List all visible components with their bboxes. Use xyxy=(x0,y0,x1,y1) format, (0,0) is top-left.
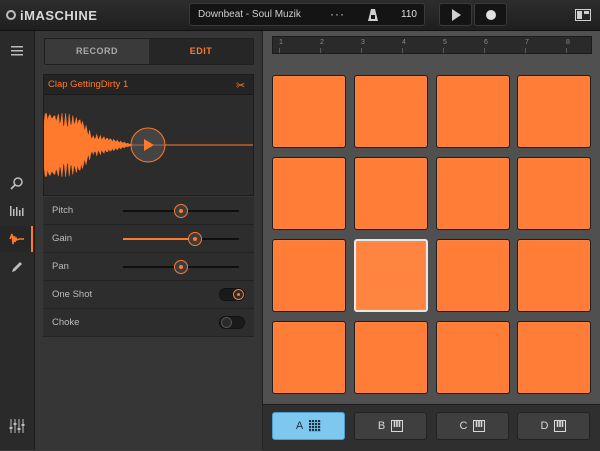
mode-tabs: RECORD EDIT xyxy=(44,38,254,65)
tempo-value[interactable]: 110 xyxy=(401,9,417,20)
drum-pad[interactable] xyxy=(354,75,428,148)
bar-tick xyxy=(279,48,280,53)
bar-tick xyxy=(443,48,444,53)
bar-number: 5 xyxy=(443,39,447,46)
tab-edit[interactable]: EDIT xyxy=(149,39,253,64)
param-label: Gain xyxy=(52,233,73,244)
slider-fill xyxy=(123,238,195,240)
param-row: Pan xyxy=(43,253,254,281)
more-button[interactable]: ··· xyxy=(330,7,345,21)
drum-pad[interactable] xyxy=(272,239,346,312)
active-indicator xyxy=(31,226,33,252)
bar-number: 7 xyxy=(525,39,529,46)
toggle-label: Choke xyxy=(52,317,80,328)
bar-number: 3 xyxy=(361,39,365,46)
pan-slider[interactable] xyxy=(123,260,239,274)
choke-toggle[interactable] xyxy=(219,316,245,329)
toggle-row: Choke xyxy=(43,309,254,337)
bar-number: 1 xyxy=(279,39,283,46)
bar-tick xyxy=(566,48,567,53)
metronome-icon[interactable] xyxy=(368,9,378,21)
slider-knob[interactable] xyxy=(174,204,188,218)
app-title: iMASCHINE xyxy=(20,7,98,23)
drum-pad[interactable] xyxy=(354,239,428,312)
drum-pad[interactable] xyxy=(354,321,428,394)
sequencer-icon[interactable] xyxy=(9,204,25,218)
slider-knob[interactable] xyxy=(174,260,188,274)
drum-pad[interactable] xyxy=(517,321,591,394)
record-icon xyxy=(486,10,496,20)
sample-title: Clap GettingDirty 1 xyxy=(48,79,129,90)
pencil-icon[interactable] xyxy=(9,259,25,275)
search-icon[interactable] xyxy=(9,176,25,192)
gain-slider[interactable] xyxy=(123,232,239,246)
play-button[interactable] xyxy=(439,3,472,26)
drum-pad[interactable] xyxy=(272,157,346,230)
keyboard-icon xyxy=(391,420,404,432)
drum-pad[interactable] xyxy=(436,75,510,148)
project-bar[interactable]: Downbeat - Soul Muzik ··· 110 xyxy=(189,3,425,26)
param-row: Pitch xyxy=(43,197,254,225)
toggle-knob xyxy=(233,289,244,300)
waveform-display[interactable] xyxy=(44,95,253,195)
tab-record[interactable]: RECORD xyxy=(45,39,149,64)
group-button-d[interactable]: D xyxy=(517,412,590,440)
group-button-b[interactable]: B xyxy=(354,412,427,440)
toggle-label: One Shot xyxy=(52,289,93,300)
group-label: B xyxy=(377,420,386,432)
drum-pad[interactable] xyxy=(436,157,510,230)
keyboard-icon xyxy=(473,420,486,432)
scissors-icon[interactable]: ✂ xyxy=(236,79,245,92)
record-button[interactable] xyxy=(474,3,507,26)
toggle-row: One Shot xyxy=(43,281,254,309)
waveform-icon[interactable] xyxy=(9,231,25,247)
group-label: A xyxy=(295,420,304,432)
bar-number: 2 xyxy=(320,39,324,46)
group-label: D xyxy=(540,420,549,432)
bar-number: 4 xyxy=(402,39,406,46)
menu-icon[interactable] xyxy=(9,44,25,58)
group-button-c[interactable]: C xyxy=(436,412,509,440)
app-logo: iMASCHINE xyxy=(6,7,97,23)
keyboard-icon xyxy=(554,420,567,432)
bar-number: 6 xyxy=(484,39,488,46)
param-row: Gain xyxy=(43,225,254,253)
drum-pad[interactable] xyxy=(436,239,510,312)
one-shot-toggle[interactable] xyxy=(219,288,245,301)
drum-pad[interactable] xyxy=(272,321,346,394)
drum-pad[interactable] xyxy=(517,157,591,230)
grid-icon xyxy=(309,420,321,432)
bar-tick xyxy=(320,48,321,53)
logo-ring-icon xyxy=(6,10,16,20)
bar-tick xyxy=(525,48,526,53)
bar-tick xyxy=(402,48,403,53)
group-label: C xyxy=(459,420,468,432)
bar-number: 8 xyxy=(566,39,570,46)
mixer-icon[interactable] xyxy=(8,418,26,434)
drum-pad[interactable] xyxy=(436,321,510,394)
layout-icon[interactable] xyxy=(575,9,591,21)
slider-knob[interactable] xyxy=(187,232,202,246)
play-icon xyxy=(452,9,461,21)
project-name: Downbeat - Soul Muzik xyxy=(198,9,301,20)
bar-tick xyxy=(361,48,362,53)
bar-tick xyxy=(484,48,485,53)
drum-pad[interactable] xyxy=(517,239,591,312)
drum-pad[interactable] xyxy=(517,75,591,148)
group-button-a[interactable]: A xyxy=(272,412,345,440)
timeline[interactable]: 1 2 3 4 5 6 7 8 xyxy=(272,36,592,54)
drum-pad[interactable] xyxy=(354,157,428,230)
param-label: Pan xyxy=(52,261,69,272)
param-label: Pitch xyxy=(52,205,74,216)
drum-pad[interactable] xyxy=(272,75,346,148)
toggle-knob xyxy=(221,317,232,328)
sample-editor: Clap GettingDirty 1 ✂ xyxy=(43,74,254,196)
pitch-slider[interactable] xyxy=(123,204,239,218)
